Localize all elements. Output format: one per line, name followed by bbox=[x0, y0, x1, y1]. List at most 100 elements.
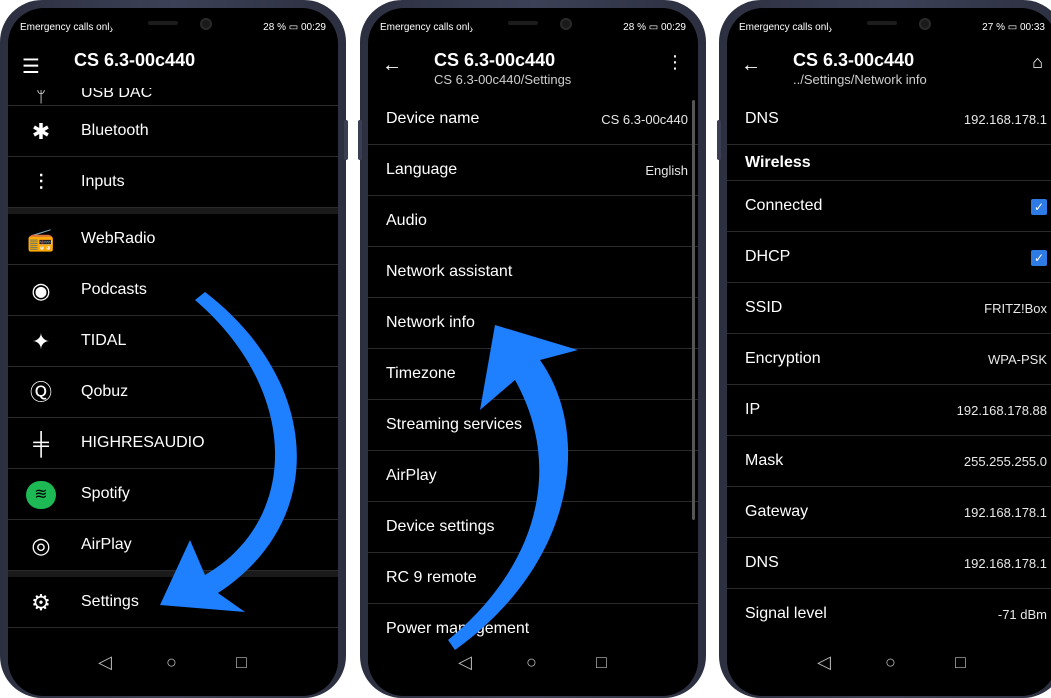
menu-item-label: WebRadio bbox=[81, 230, 156, 247]
settings-item-streaming-services[interactable]: Streaming services bbox=[368, 400, 698, 451]
checkbox-checked-icon[interactable]: ✓ bbox=[1031, 250, 1047, 266]
info-label: IP bbox=[745, 401, 761, 418]
system-nav-bar: ◁ ○ □ bbox=[8, 638, 338, 696]
more-vert-icon[interactable]: ⋮ bbox=[666, 52, 684, 73]
nav-recents-icon[interactable]: □ bbox=[596, 652, 607, 673]
nav-recents-icon[interactable]: □ bbox=[236, 652, 247, 673]
menu-item-label: HIGHRESAUDIO bbox=[81, 434, 205, 451]
settings-item-network-assistant[interactable]: Network assistant bbox=[368, 247, 698, 298]
menu-item-spotify[interactable]: ≋ Spotify bbox=[8, 469, 338, 520]
inputs-icon: ⫶ bbox=[38, 170, 44, 195]
menu-item-label: Inputs bbox=[81, 173, 125, 190]
nav-home-icon[interactable]: ○ bbox=[166, 652, 177, 673]
settings-item-language[interactable]: Language English bbox=[368, 145, 698, 196]
settings-item-airplay[interactable]: AirPlay bbox=[368, 451, 698, 502]
app-bar: ← CS 6.3-00c440 CS 6.3-00c440/Settings ⋮ bbox=[368, 36, 698, 94]
info-value: 192.168.178.1 bbox=[963, 556, 1047, 571]
menu-item-webradio[interactable]: 📻 WebRadio bbox=[8, 214, 338, 265]
tidal-icon: ✦ bbox=[31, 329, 51, 354]
source-menu-list[interactable]: ᛘ USB DAC ✱ Bluetooth ⫶ Inputs 📻 WebRadio ◉ Pod… bbox=[8, 88, 338, 638]
settings-item-network-info[interactable]: Network info bbox=[368, 298, 698, 349]
info-value: 192.168.178.1 bbox=[963, 505, 1047, 520]
info-label: Mask bbox=[745, 452, 784, 469]
info-label: DNS bbox=[745, 554, 779, 571]
menu-item-airplay[interactable]: ◎ AirPlay bbox=[8, 520, 338, 571]
settings-item-label: Timezone bbox=[386, 365, 456, 382]
menu-item-label: Spotify bbox=[81, 485, 130, 502]
menu-item-podcasts[interactable]: ◉ Podcasts bbox=[8, 265, 338, 316]
breadcrumb: ../Settings/Network info bbox=[793, 72, 927, 87]
info-row-signal-level: Signal level -71 dBm bbox=[727, 589, 1051, 638]
settings-list[interactable]: Device name CS 6.3-00c440 Language English A… bbox=[368, 94, 698, 638]
settings-item-label: RC 9 remote bbox=[386, 569, 477, 586]
phone-2-screen: Emergency calls only 28 % ▭ 00:29 ← CS 6… bbox=[368, 8, 698, 696]
status-emergency-text: Emergency calls only bbox=[20, 22, 115, 33]
settings-item-rc-9-remote[interactable]: RC 9 remote bbox=[368, 553, 698, 604]
info-label: Connected bbox=[745, 197, 823, 214]
scrollbar[interactable] bbox=[692, 100, 695, 520]
notch bbox=[108, 14, 238, 34]
home-icon[interactable]: ⌂ bbox=[1032, 52, 1043, 73]
info-value: -71 dBm bbox=[997, 607, 1047, 622]
nav-back-icon[interactable]: ◁ bbox=[817, 652, 831, 673]
system-nav-bar: ◁ ○ □ bbox=[727, 638, 1051, 696]
nav-home-icon[interactable]: ○ bbox=[885, 652, 896, 673]
back-arrow-icon[interactable]: ← bbox=[382, 54, 402, 77]
highresaudio-icon: ╪ bbox=[33, 431, 49, 456]
hamburger-menu-icon[interactable]: ☰ bbox=[22, 54, 40, 79]
settings-item-label: Network assistant bbox=[386, 263, 513, 280]
info-label: DHCP bbox=[745, 248, 791, 265]
info-row-connected[interactable]: Connected ✓ bbox=[727, 181, 1051, 232]
status-emergency-text: Emergency calls only bbox=[739, 22, 834, 33]
settings-item-label: Device name bbox=[386, 110, 480, 127]
phone-2: Emergency calls only 28 % ▭ 00:29 ← CS 6… bbox=[358, 0, 706, 698]
settings-item-device-settings[interactable]: Device settings bbox=[368, 502, 698, 553]
camera-icon bbox=[919, 18, 931, 30]
info-label: Encryption bbox=[745, 350, 821, 367]
radio-icon: 📻 bbox=[27, 227, 55, 252]
settings-item-label: Language bbox=[386, 161, 458, 178]
status-battery-time: 28 % ▭ 00:29 bbox=[263, 22, 326, 33]
phone-1-screen: Emergency calls only 28 % ▭ 00:29 ☰ CS 6… bbox=[8, 8, 338, 696]
status-battery-time: 27 % ▭ 00:33 bbox=[982, 22, 1045, 33]
qobuz-icon: Ⓠ bbox=[29, 380, 52, 405]
nav-back-icon[interactable]: ◁ bbox=[98, 652, 112, 673]
settings-item-audio[interactable]: Audio bbox=[368, 196, 698, 247]
settings-gear-icon: ⚙ bbox=[31, 590, 51, 615]
settings-item-label: Streaming services bbox=[386, 416, 523, 433]
info-row-mask: Mask 255.255.255.0 bbox=[727, 436, 1051, 487]
notch bbox=[468, 14, 598, 34]
menu-item-qobuz[interactable]: Ⓠ Qobuz bbox=[8, 367, 338, 418]
checkbox-checked-icon[interactable]: ✓ bbox=[1031, 199, 1047, 215]
info-row-dhcp[interactable]: DHCP ✓ bbox=[727, 232, 1051, 283]
network-info-list[interactable]: DNS 192.168.178.1 Wireless Connected ✓ DHC… bbox=[727, 94, 1051, 638]
menu-item-usb-dac[interactable]: ᛘ USB DAC bbox=[8, 88, 338, 106]
menu-item-label: USB DAC bbox=[81, 88, 153, 101]
menu-item-settings[interactable]: ⚙ Settings bbox=[8, 577, 338, 628]
info-value: 192.168.178.88 bbox=[956, 403, 1047, 418]
info-row-dns: DNS 192.168.178.1 bbox=[727, 538, 1051, 589]
menu-item-label: Bluetooth bbox=[81, 122, 149, 139]
menu-item-inputs[interactable]: ⫶ Inputs bbox=[8, 157, 338, 208]
info-row-ssid: SSID FRITZ!Box bbox=[727, 283, 1051, 334]
info-label: Signal level bbox=[745, 605, 827, 622]
phone-3-screen: Emergency calls only 27 % ▭ 00:33 ← CS 6… bbox=[727, 8, 1051, 696]
app-bar: ← CS 6.3-00c440 ../Settings/Network info… bbox=[727, 36, 1051, 94]
menu-item-label: Podcasts bbox=[81, 281, 147, 298]
menu-item-highresaudio[interactable]: ╪ HIGHRESAUDIO bbox=[8, 418, 338, 469]
phone-3: Emergency calls only 27 % ▭ 00:33 ← CS 6… bbox=[717, 0, 1051, 698]
settings-item-timezone[interactable]: Timezone bbox=[368, 349, 698, 400]
app-title: CS 6.3-00c440 bbox=[74, 50, 196, 70]
nav-recents-icon[interactable]: □ bbox=[955, 652, 966, 673]
nav-back-icon[interactable]: ◁ bbox=[458, 652, 472, 673]
menu-item-tidal[interactable]: ✦ TIDAL bbox=[8, 316, 338, 367]
settings-item-power-management[interactable]: Power management bbox=[368, 604, 698, 638]
menu-item-bluetooth[interactable]: ✱ Bluetooth bbox=[8, 106, 338, 157]
breadcrumb: CS 6.3-00c440/Settings bbox=[434, 72, 572, 87]
back-arrow-icon[interactable]: ← bbox=[741, 54, 761, 77]
nav-home-icon[interactable]: ○ bbox=[526, 652, 537, 673]
info-row-dns-top: DNS 192.168.178.1 bbox=[727, 94, 1051, 145]
screenshot-collage: Emergency calls only 28 % ▭ 00:29 ☰ CS 6… bbox=[0, 0, 1051, 698]
settings-item-device-name[interactable]: Device name CS 6.3-00c440 bbox=[368, 94, 698, 145]
settings-item-label: AirPlay bbox=[386, 467, 437, 484]
